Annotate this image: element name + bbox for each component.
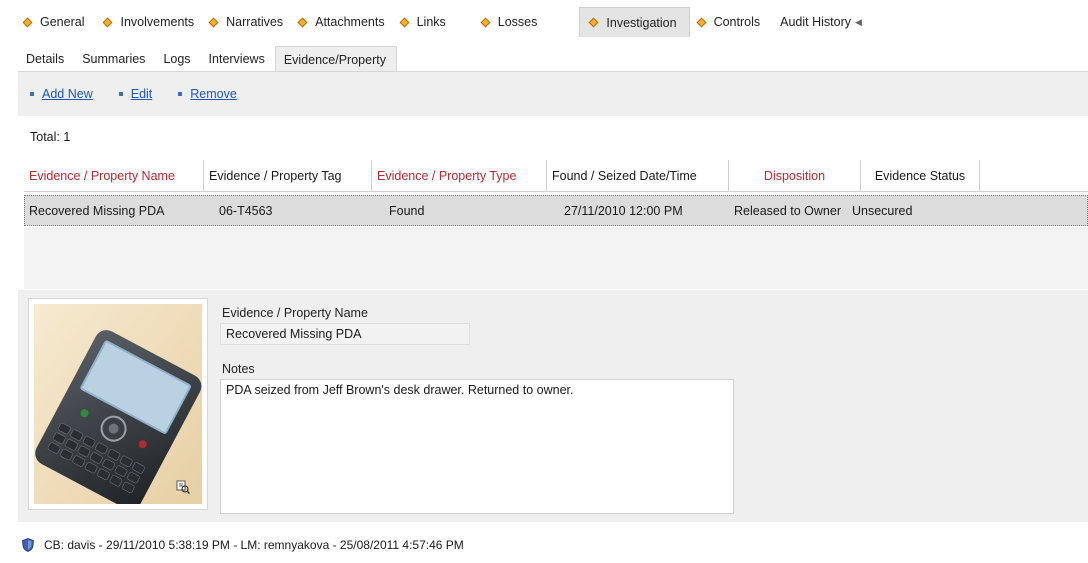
diamond-icon: [103, 17, 113, 27]
bullet-icon: [178, 92, 183, 96]
tab-label: Controls: [713, 15, 761, 29]
cell-datetime: 27/11/2010 12:00 PM: [564, 203, 683, 218]
bullet-icon: [30, 92, 34, 96]
remove-label: Remove: [190, 87, 237, 101]
diamond-icon: [588, 17, 599, 28]
table-row[interactable]: Recovered Missing PDA 06-T4563 Found 27/…: [24, 195, 1088, 226]
column-header-datetime[interactable]: Found / Seized Date/Time: [547, 160, 729, 192]
subtab-logs[interactable]: Logs: [155, 46, 200, 72]
notes-field[interactable]: PDA seized from Jeff Brown's desk drawer…: [220, 379, 734, 514]
edit-link[interactable]: Edit: [118, 87, 153, 101]
tab-label: Attachments: [315, 15, 385, 29]
evidence-name-label: Evidence / Property Name: [222, 306, 368, 320]
tab-narratives[interactable]: Narratives: [204, 7, 291, 37]
subtab-details[interactable]: Details: [18, 46, 74, 72]
add-new-label: Add New: [42, 87, 93, 101]
shield-icon: [22, 538, 34, 552]
cell-status: Unsecured: [852, 203, 913, 218]
tab-label: Involvements: [120, 15, 195, 29]
cell-disposition: Released to Owner: [734, 203, 842, 218]
column-header-tag[interactable]: Evidence / Property Tag: [204, 160, 372, 192]
notes-label: Notes: [222, 362, 255, 376]
edit-label: Edit: [130, 87, 153, 101]
column-header-name[interactable]: Evidence / Property Name: [24, 160, 204, 192]
grid-empty-area: [24, 227, 1088, 289]
zoom-icon[interactable]: [176, 480, 190, 494]
diamond-icon: [696, 17, 707, 27]
diamond-icon: [22, 17, 33, 27]
diamond-icon: [208, 17, 219, 27]
bullet-icon: [118, 92, 123, 96]
pda-photo-image: [34, 304, 202, 504]
scroll-left-icon[interactable]: ◀: [855, 17, 862, 28]
cell-type: Found: [389, 203, 425, 218]
subtab-summaries[interactable]: Summaries: [74, 46, 155, 72]
diamond-icon: [297, 17, 308, 27]
tab-label: General: [40, 15, 85, 29]
audit-info-text: CB: davis - 29/11/2010 5:38:19 PM - LM: …: [44, 538, 464, 552]
tab-label: Audit History: [780, 15, 851, 29]
column-header-type[interactable]: Evidence / Property Type: [372, 160, 547, 192]
tab-controls[interactable]: Controls: [692, 7, 769, 37]
total-count: Total: 1: [30, 130, 71, 144]
record-audit-footer: CB: davis - 29/11/2010 5:38:19 PM - LM: …: [22, 538, 464, 552]
evidence-photo-frame[interactable]: [28, 298, 208, 510]
column-header-status[interactable]: Evidence Status: [861, 160, 980, 192]
tab-attachments[interactable]: Attachments: [293, 7, 392, 37]
diamond-icon: [399, 17, 410, 27]
tab-general[interactable]: General: [18, 7, 92, 37]
cell-tag: 06-T4563: [219, 203, 273, 218]
cell-name: Recovered Missing PDA: [29, 203, 165, 218]
tab-involvements[interactable]: Involvements: [98, 7, 202, 37]
evidence-grid-header: Evidence / Property Name Evidence / Prop…: [24, 160, 1088, 192]
tab-links[interactable]: Links: [395, 7, 454, 37]
subtab-interviews[interactable]: Interviews: [201, 46, 275, 72]
tab-label: Investigation: [606, 15, 677, 30]
record-tab-bar: General Involvements Narratives Attachme…: [18, 6, 1088, 38]
tab-investigation[interactable]: Investigation: [579, 7, 690, 37]
column-header-disposition[interactable]: Disposition: [729, 160, 861, 192]
tab-losses[interactable]: Losses: [476, 7, 546, 37]
evidence-photo: [34, 304, 202, 504]
evidence-toolbar: Add New Edit Remove: [18, 72, 1088, 116]
diamond-icon: [480, 17, 491, 27]
tab-label: Narratives: [226, 15, 284, 29]
tab-label: Links: [416, 15, 446, 29]
tab-label: Losses: [497, 15, 538, 29]
tab-audit-history[interactable]: Audit History ◀: [774, 7, 870, 37]
subtab-evidence-property[interactable]: Evidence/Property: [274, 46, 397, 72]
add-new-link[interactable]: Add New: [30, 87, 93, 101]
evidence-name-field[interactable]: Recovered Missing PDA: [220, 323, 470, 345]
investigation-subtab-bar: Details Summaries Logs Interviews Eviden…: [18, 46, 397, 72]
remove-link[interactable]: Remove: [178, 87, 237, 101]
